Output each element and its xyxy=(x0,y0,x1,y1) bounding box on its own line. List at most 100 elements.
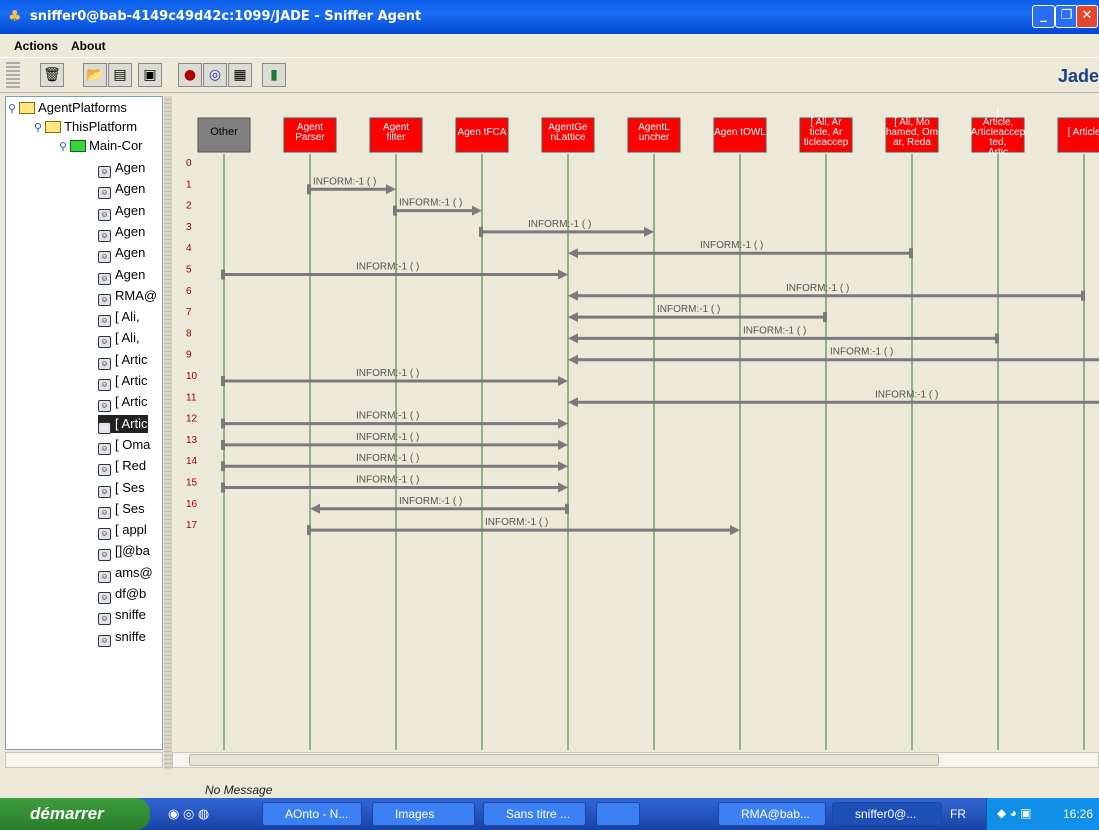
maximize-button[interactable]: ❐ xyxy=(1055,5,1078,28)
canvas-horizontal-scrollbar[interactable] xyxy=(172,752,1099,768)
open-file-icon[interactable]: 📂 xyxy=(83,63,107,87)
tree-agent-item[interactable]: ☺ sniffe xyxy=(98,606,146,626)
agent-icon: ☺ xyxy=(98,570,111,583)
tree-platform[interactable]: ⚲ ThisPlatform xyxy=(34,118,137,136)
tree-node-label: Agen xyxy=(115,202,146,218)
message-arrowhead xyxy=(568,397,578,408)
tree-agent-item[interactable]: ☺ Agen xyxy=(98,159,145,178)
message-index: 1 xyxy=(186,179,192,190)
tray-icons[interactable]: ◆ ◕ ▣ xyxy=(997,806,1031,820)
toolbar: 🗑 📂 ▤ ▣ ● ◎ ▦ ▮ Jade xyxy=(0,57,1099,93)
expand-handle-icon[interactable]: ⚲ xyxy=(8,103,16,115)
tree-agent-item[interactable]: ☺ Agen xyxy=(98,180,145,200)
language-indicator[interactable]: FR xyxy=(950,807,966,821)
agent-tree[interactable]: ⚲ AgentPlatforms ⚲ ThisPlatform ⚲ Main-Cor ☺ Ag… xyxy=(5,96,163,750)
menu-about[interactable]: About xyxy=(71,39,106,53)
tree-agent-item[interactable]: ☺ Agen xyxy=(98,223,145,242)
toolbar-grip[interactable] xyxy=(6,62,20,88)
agent-icon: ☺ xyxy=(98,166,111,178)
tree-agent-item[interactable]: ☺ [ Red xyxy=(98,457,147,477)
tree-agent-item[interactable]: ☺ Agen xyxy=(98,244,145,264)
task-aonto[interactable]: AOnto - N... xyxy=(262,802,362,826)
tree-agent-item[interactable]: ☺ sniffe xyxy=(98,628,146,647)
tree-node-label: [ Ses xyxy=(115,500,145,516)
tree-agent-item[interactable]: ☺ [ Artic xyxy=(98,393,148,413)
split-pane-divider[interactable] xyxy=(164,96,172,770)
message-start-marker xyxy=(823,312,827,323)
title-bar[interactable]: ♣ sniffer0@bab-4149c49d42c:1099/JADE - S… xyxy=(0,0,1099,34)
quicklaunch-icons[interactable]: ◉ ◎ ◍ xyxy=(168,806,209,822)
status-text: No Message xyxy=(205,783,273,797)
display-icon[interactable]: ▦ xyxy=(228,63,252,87)
agent-icon: ☺ xyxy=(98,400,111,413)
tree-agent-item[interactable]: ☺ [ Ali, xyxy=(98,329,140,349)
tree-agent-item[interactable]: ☺ [ Ses xyxy=(98,479,145,498)
folder-icon xyxy=(19,102,36,114)
message-index: 0 xyxy=(186,158,192,169)
task-images[interactable]: Images xyxy=(372,802,475,826)
message-start-marker xyxy=(221,418,225,429)
message-label: INFORM:-1 ( ) xyxy=(743,325,806,336)
agent-icon: ☺ xyxy=(98,528,111,541)
sniffer-window: ♣ sniffer0@bab-4149c49d42c:1099/JADE - S… xyxy=(0,0,1099,830)
message-index: 4 xyxy=(186,243,192,254)
agent-icon: ☺ xyxy=(98,613,111,626)
message-start-marker xyxy=(1081,290,1085,301)
expand-handle-icon[interactable]: ⚲ xyxy=(34,122,42,134)
tree-agent-item[interactable]: ☺ [ Artic xyxy=(98,414,148,434)
tree-node-label: [ Red xyxy=(115,458,147,474)
task-paint[interactable]: Sans titre ... xyxy=(483,802,586,826)
menu-actions[interactable]: Actions xyxy=(14,39,58,53)
tree-agent-item[interactable]: ☺ Agen xyxy=(98,266,145,285)
agent-icon: ☺ xyxy=(98,208,111,221)
save-icon[interactable]: ▣ xyxy=(138,63,162,87)
clear-canvas-icon[interactable]: 🗑 xyxy=(40,63,64,87)
message-arrowhead xyxy=(568,354,578,365)
expand-handle-icon[interactable]: ⚲ xyxy=(59,141,67,153)
tree-agent-item[interactable]: ☺ df@b xyxy=(98,585,146,604)
message-start-marker xyxy=(221,376,225,386)
tree-root[interactable]: ⚲ AgentPlatforms xyxy=(8,99,127,117)
tree-agent-item[interactable]: ☺ [ Ali, xyxy=(98,308,140,328)
tree-agent-item[interactable]: ☺ [ Oma xyxy=(98,436,151,455)
tree-agent-item[interactable]: ☺ RMA@ xyxy=(98,287,158,306)
start-button[interactable]: démarrer xyxy=(0,798,150,830)
minimize-button[interactable]: _ xyxy=(1032,5,1055,28)
message-arrowhead xyxy=(568,248,578,259)
tree-agent-item[interactable]: ☺ ams@ xyxy=(98,564,153,583)
task-unnamed[interactable] xyxy=(596,802,640,826)
message-arrowhead xyxy=(386,184,396,195)
record-icon[interactable]: ● xyxy=(178,63,202,87)
scroll-thumb[interactable] xyxy=(189,754,939,766)
message-index: 10 xyxy=(186,371,198,382)
message-index: 13 xyxy=(186,435,198,446)
tree-node-label: RMA@ xyxy=(115,287,158,303)
close-button[interactable]: ✕ xyxy=(1076,5,1098,28)
agent-icon: ☺ xyxy=(98,251,111,264)
exit-door-icon[interactable]: ▮ xyxy=(262,63,286,87)
task-rma[interactable]: RMA@bab... xyxy=(718,802,826,826)
folder-icon xyxy=(45,121,62,133)
agent-icon: ☺ xyxy=(98,506,111,519)
message-label: INFORM:-1 ( ) xyxy=(356,411,419,422)
tree-node-label: [ Ses xyxy=(115,479,145,495)
filter-icon[interactable]: ◎ xyxy=(203,63,227,87)
tree-node-label: [ Oma xyxy=(115,436,151,452)
tree-horizontal-scrollbar[interactable] xyxy=(5,752,163,768)
tree-agent-item[interactable]: ☺ [ Artic xyxy=(98,351,148,370)
message-label: INFORM:-1 ( ) xyxy=(356,262,419,273)
task-sniffer[interactable]: sniffer0@... xyxy=(832,802,942,826)
tree-agent-item[interactable]: ☺ Agen xyxy=(98,202,146,221)
message-index: 7 xyxy=(186,307,192,318)
tree-agent-item[interactable]: ☺ [ appl xyxy=(98,521,147,541)
message-arrowhead xyxy=(558,461,568,472)
tree-agent-item[interactable]: ☺ [ Ses xyxy=(98,500,145,519)
tree-node-label: ThisPlatform xyxy=(64,119,138,134)
message-index: 8 xyxy=(186,328,192,339)
message-panel-icon[interactable]: ▤ xyxy=(108,63,132,87)
tree-agent-item[interactable]: ☺ []@ba xyxy=(98,542,150,562)
tree-agent-item[interactable]: ☺ [ Artic xyxy=(98,372,148,391)
message-arrowhead xyxy=(472,205,482,216)
agent-icon: ☺ xyxy=(98,634,111,647)
tree-container[interactable]: ⚲ Main-Cor xyxy=(59,137,143,155)
